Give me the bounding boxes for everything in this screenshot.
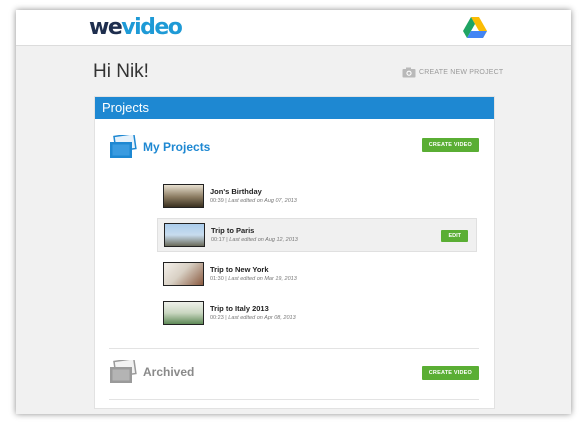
- project-last-edited: Last edited on Apr 08, 2013: [228, 314, 296, 321]
- project-thumbnail: [163, 301, 204, 325]
- my-projects-title: My Projects: [143, 140, 211, 154]
- top-bar: wevideo: [16, 10, 571, 46]
- project-row-trip-to-new-york[interactable]: Trip to New York 01:30 | Last edited on …: [157, 257, 477, 291]
- project-duration: 00:17: [211, 236, 225, 243]
- app-window: wevideo Hi Nik! CREATE NEW PROJECT Proje…: [16, 10, 571, 414]
- logo-we-text: we: [89, 15, 123, 40]
- section-divider: [109, 399, 479, 400]
- project-thumbnail: [163, 262, 204, 286]
- project-last-edited: Last edited on Aug 12, 2013: [229, 236, 298, 243]
- my-projects-section-header: My Projects CREATE VIDEO: [109, 135, 479, 159]
- project-thumbnail: [163, 184, 204, 208]
- project-row-trip-to-paris[interactable]: Trip to Paris 00:17 | Last edited on Aug…: [157, 218, 477, 252]
- project-last-edited: Last edited on Mar 19, 2013: [228, 275, 297, 282]
- project-title: Jon's Birthday: [210, 186, 262, 196]
- project-duration: 00:39: [210, 197, 224, 204]
- create-new-project-link[interactable]: CREATE NEW PROJECT: [402, 67, 503, 78]
- folder-stack-icon: [110, 135, 137, 158]
- project-title: Trip to Italy 2013: [210, 303, 269, 313]
- greeting-heading: Hi Nik!: [93, 61, 149, 82]
- archived-title: Archived: [143, 365, 195, 379]
- wevideo-logo[interactable]: wevideo: [89, 15, 183, 41]
- create-new-project-label: CREATE NEW PROJECT: [419, 69, 504, 76]
- google-drive-icon[interactable]: [463, 17, 487, 39]
- logo-video-text: video: [121, 15, 183, 40]
- archived-section-header: Archived CREATE VIDEO: [109, 360, 479, 384]
- project-row-trip-to-italy-2013[interactable]: Trip to Italy 2013 00:23 | Last edited o…: [157, 296, 477, 330]
- project-last-edited: Last edited on Aug 07, 2013: [228, 197, 297, 204]
- project-title: Trip to Paris: [211, 225, 255, 235]
- edit-button[interactable]: EDIT: [441, 230, 468, 242]
- project-list: Jon's Birthday 00:39 | Last edited on Au…: [157, 179, 477, 335]
- archive-folder-icon: [110, 360, 137, 383]
- project-duration: 01:30: [210, 275, 224, 282]
- project-title: Trip to New York: [210, 264, 269, 274]
- project-duration: 00:23: [210, 314, 224, 321]
- section-divider: [109, 348, 479, 349]
- create-video-button-archived[interactable]: CREATE VIDEO: [421, 366, 479, 380]
- projects-panel: Projects My Projects CREATE VIDEO Jon's …: [94, 96, 495, 409]
- panel-title: Projects: [95, 97, 494, 119]
- create-video-button[interactable]: CREATE VIDEO: [421, 138, 479, 152]
- camera-icon: [402, 67, 416, 78]
- project-thumbnail: [164, 223, 205, 247]
- project-row-jons-birthday[interactable]: Jon's Birthday 00:39 | Last edited on Au…: [157, 179, 477, 213]
